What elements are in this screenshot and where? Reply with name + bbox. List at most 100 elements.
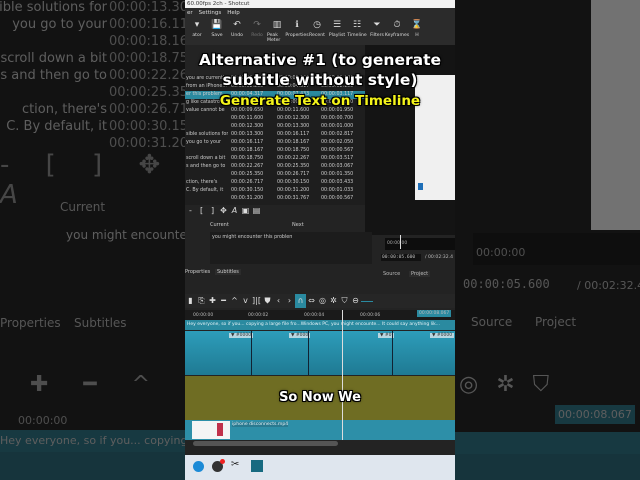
subtitle-row[interactable]: 00:00:12.300 00:00:13.300 00:00:01.000 [185,123,365,131]
toolbar-button-peak-meter[interactable]: ▥ Peak Meter [267,18,287,45]
subtitle-row-mirror: ction, there's00:00:26.717 [0,102,185,119]
toolbar-button-ator[interactable]: ▾ ator [187,18,207,45]
ripple-markers-icon[interactable]: ⛉ [339,294,350,308]
subtitle-track-mirror-right [455,432,640,454]
marker-icon[interactable]: ⛊ [262,294,273,308]
subtitle-start: 00:00:11.600 [231,116,264,121]
move-icon[interactable]: ✥ [218,205,229,217]
speaker-icon[interactable]: ▤ [251,205,262,217]
player-ruler-mirror: 00:00:00 [473,233,640,265]
current-text-input[interactable]: you might encounter this problem [210,232,292,264]
next-label: Next [292,222,304,228]
toolbar-button-redo[interactable]: ↷ Redo [247,18,267,45]
subtitle-end: 00:00:12.300 [277,116,310,121]
playhead-time-mirror: 00:00:08.067 [555,405,635,424]
subtitle-row[interactable]: 00:00:18.167 00:00:18.750 00:00:00.567 [185,147,365,155]
explorer-window-mirror [591,0,640,230]
snap-icon[interactable]: ∩ [295,294,306,308]
subtitle-row[interactable]: 00:00:31.200 00:00:31.767 00:00:00.567 [185,195,365,203]
menu-settings[interactable]: Settings [199,8,222,18]
tab-source[interactable]: Source [383,271,400,277]
menu-icon[interactable]: ▮ [185,294,196,308]
subtitle-duration: 00:00:00.567 [321,196,354,201]
toolbar-button-playlist[interactable]: ☰ Playlist [327,18,347,45]
append-icon[interactable]: ✚ [207,294,218,308]
playhead-time: 00:00:08.067 [417,310,452,317]
audio-track[interactable]: iphone disconnects.mp4 [185,420,455,440]
subtitle-duration: 00:00:01.000 [321,124,354,129]
video-track[interactable]: ▼ #0000 ▼ #000 ▼ #0 ▼ #0000 [185,331,455,375]
tab-properties[interactable]: Properties [185,269,210,275]
subtitle-start-mirror: 00:00:31.200 [109,136,185,151]
overwrite-icon[interactable]: v [240,294,251,308]
toolbar-button-filters[interactable]: ⏷ Filters [367,18,387,45]
toolbar-button-recent[interactable]: ◷ Recent [307,18,327,45]
edge-icon[interactable] [193,461,204,472]
toolbar-label: Peak Meter [267,33,281,43]
toolbar-button-timeline[interactable]: ☷ Timeline [347,18,367,45]
ripple-icon[interactable]: ◎ [317,294,328,308]
remove-icon[interactable]: ━ [218,294,229,308]
timeline-playhead[interactable] [342,310,343,440]
subtitle-text: scroll down a bit [186,156,226,161]
player-ruler[interactable]: 00:00:00 [385,235,455,250]
zoom-slider[interactable] [361,300,373,302]
timeline-ruler[interactable]: 00:00:00 00:00:02 00:00:04 00:00:06 00:0… [185,310,455,320]
subtitle-row[interactable]: scroll down a bit 00:00:18.750 00:00:22.26… [185,155,365,163]
toolbar-button-keyframes[interactable]: ⏱ Keyframes [385,18,409,45]
menu-item[interactable]: er [187,8,193,18]
toolbar-button-h[interactable]: ⌛ H [407,18,427,45]
text-icon[interactable]: A [229,205,240,217]
tab-subtitles[interactable]: Subtitles [215,269,241,275]
set-end-icon[interactable]: ] [207,205,218,217]
subtitle-start: 00:00:12.300 [231,124,264,129]
capcut-icon[interactable]: ✂ [231,459,239,470]
subtitle-end: 00:00:18.750 [277,148,310,153]
ruler-tick: 00:00:02 [248,313,269,318]
subtitle-row[interactable]: C. By default, it 00:00:30.150 00:00:31.20… [185,187,365,195]
dropdown-icon: ▾ [194,20,200,30]
timecode-input[interactable]: 00:00:05.600 [381,254,421,261]
clip-thumbnail [192,421,230,439]
track-tools-mirror: ◎✲⛉ [459,372,568,397]
toolbar-button-undo[interactable]: ↶ Undo [227,18,247,45]
set-start-icon[interactable]: [ [196,205,207,217]
split-icon[interactable]: ]|[ [251,294,262,308]
scrub-icon[interactable]: ⇔ [306,294,317,308]
menu-help[interactable]: Help [227,8,240,18]
toolbar-label: Redo [251,33,263,38]
lift-icon[interactable]: ^ [229,294,240,308]
subtitle-row[interactable]: s and then go to 00:00:22.267 00:00:25.350… [185,163,365,171]
toolbar-label: Save [211,33,223,38]
next-text-input[interactable] [292,232,372,264]
toolbar-button-save[interactable]: 💾 Save [207,18,227,45]
shotcut-icon[interactable] [251,460,263,472]
subtitle-start: 00:00:26.717 [231,180,264,185]
prev-marker-icon[interactable]: ‹ [273,294,284,308]
subtitle-row[interactable]: 00:00:25.350 00:00:26.717 00:00:01.350 [185,171,365,179]
toolbar-label: H [415,33,419,38]
ripple-all-icon[interactable]: ✲ [328,294,339,308]
next-marker-icon[interactable]: › [284,294,295,308]
subtitle-track[interactable]: Hey everyone, so if you... copying a lar… [185,320,455,330]
toolbar-button-properties[interactable]: ℹ Properties [285,18,308,45]
caption: So Now We [279,390,361,405]
subtitle-row[interactable]: 00:00:11.600 00:00:12.300 00:00:00.700 [185,115,365,123]
subtitle-row[interactable]: ction, there's 00:00:26.717 00:00:30.150 00… [185,179,365,187]
current-label: Current [210,222,229,228]
duration-label: / 00:02:32.4 [425,255,454,260]
toolbar-label: Recent [309,33,325,38]
subtitle-duration: 00:00:01.350 [321,172,354,177]
subtitle-row[interactable]: you go to your 00:00:16.117 00:00:18.167 00… [185,139,365,147]
subtitle-row-mirror: s and then go to00:00:22.267 [0,68,185,85]
subtitle-row[interactable]: sible solutions for 00:00:13.300 00:00:16.… [185,131,365,139]
speech-icon[interactable]: ▣ [240,205,251,217]
zoom-out-icon[interactable]: ⊖ [350,294,361,308]
remove-icon[interactable]: - [185,205,196,217]
copy-icon[interactable]: ⎘ [196,294,207,308]
explorer-icon [418,183,423,190]
player-playhead[interactable] [400,235,401,249]
main-toolbar: ▾ ator 💾 Save ↶ Undo ↷ Redo ▥ Peak Meter ℹ Properti… [185,18,455,45]
tab-project[interactable]: Project [409,271,431,277]
timeline-scrollbar[interactable] [193,441,338,446]
